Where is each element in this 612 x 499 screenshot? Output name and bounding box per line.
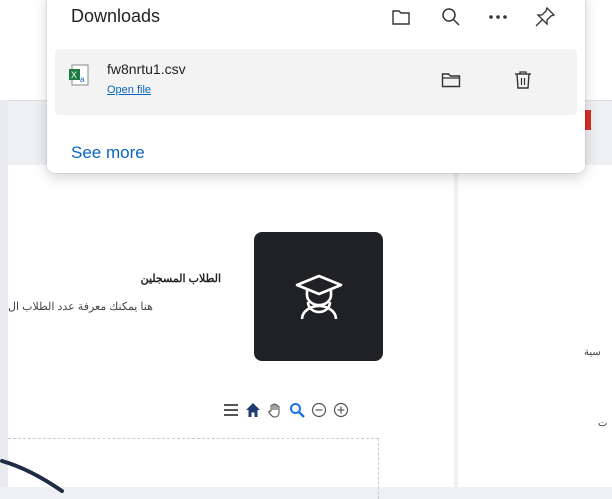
- open-file-link[interactable]: Open file: [107, 84, 151, 96]
- svg-text:X: X: [71, 70, 77, 80]
- downloads-flyout: Downloads X a fw8nrtu1.csv Open file See…: [47, 0, 585, 173]
- more-options-icon[interactable]: [487, 6, 509, 28]
- download-item[interactable]: X a fw8nrtu1.csv Open file: [55, 49, 577, 115]
- pan-hand-icon[interactable]: [266, 401, 284, 419]
- chart-curve: [0, 459, 64, 493]
- zoom-selection-icon[interactable]: [288, 401, 306, 419]
- graduate-icon: [295, 274, 342, 319]
- downloads-title: Downloads: [71, 6, 161, 26]
- delete-icon[interactable]: [512, 69, 534, 91]
- see-more-link[interactable]: See more: [71, 143, 145, 163]
- card-description: هنا يمكنك معرفة عدد الطلاب ال: [8, 301, 153, 313]
- search-icon[interactable]: [440, 6, 462, 28]
- file-name: fw8nrtu1.csv: [107, 61, 186, 77]
- side-panel-text-2: ت: [598, 418, 608, 429]
- side-panel-text: سية: [584, 347, 601, 358]
- show-in-folder-icon[interactable]: [440, 69, 462, 91]
- svg-text:a: a: [80, 75, 85, 84]
- card-title: الطلاب المسجلين: [140, 273, 221, 285]
- csv-file-icon: X a: [69, 63, 91, 87]
- zoom-in-icon[interactable]: [332, 401, 350, 419]
- chart-area: [0, 438, 379, 499]
- card-icon-tile: [254, 232, 383, 361]
- menu-icon[interactable]: [222, 401, 240, 419]
- open-downloads-folder-icon[interactable]: [390, 6, 412, 28]
- chart-toolbar: [222, 400, 350, 420]
- home-icon[interactable]: [244, 401, 262, 419]
- side-panel: [458, 165, 612, 487]
- pin-icon[interactable]: [534, 6, 556, 28]
- left-margin: [0, 100, 8, 487]
- zoom-out-icon[interactable]: [310, 401, 328, 419]
